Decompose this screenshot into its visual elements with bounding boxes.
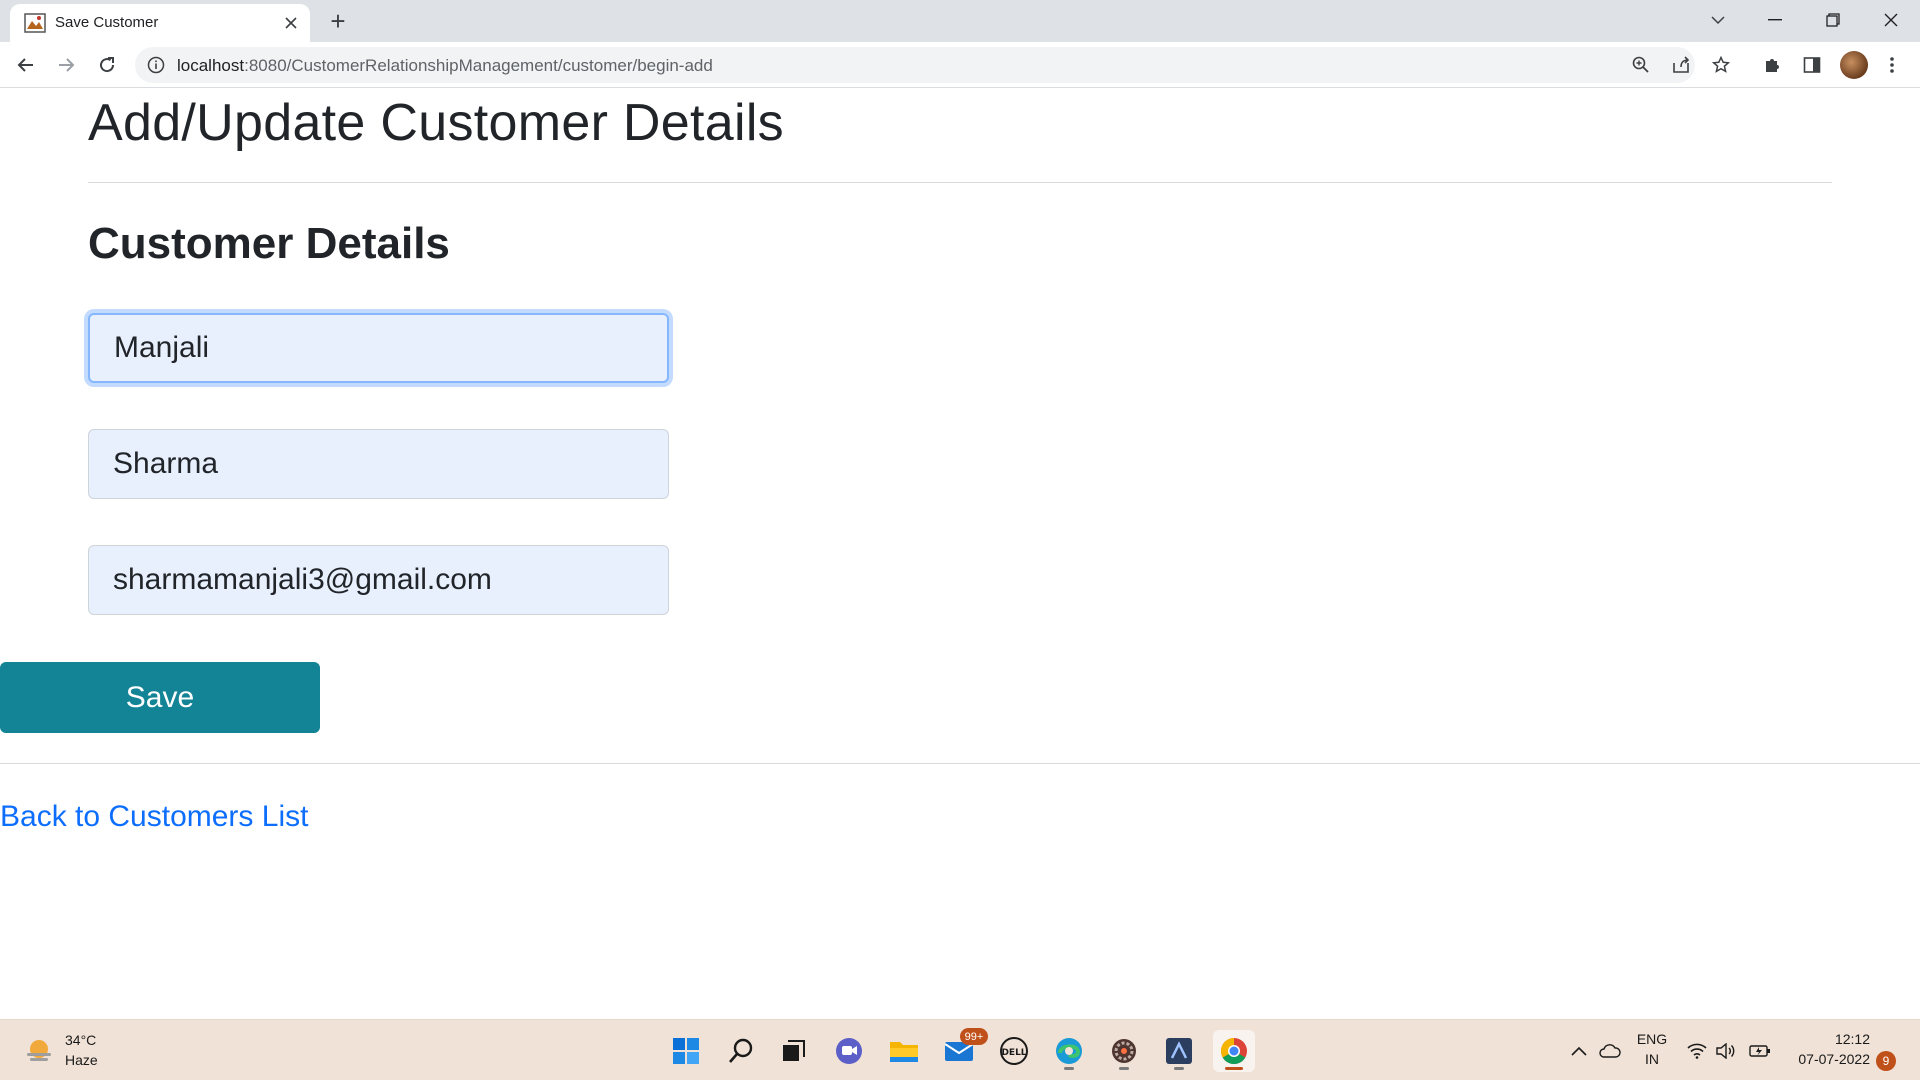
svg-text:DELL: DELL — [1001, 1048, 1026, 1058]
running-indicator — [1119, 1067, 1129, 1070]
back-arrow-icon[interactable] — [10, 49, 42, 81]
mail-icon[interactable]: 99+ — [938, 1028, 988, 1072]
app-gear-icon[interactable] — [1103, 1030, 1145, 1072]
new-tab-button[interactable]: + — [322, 6, 354, 36]
bookmark-star-icon[interactable] — [1710, 54, 1732, 76]
region-indicator[interactable]: IN — [1634, 1051, 1670, 1067]
teams-chat-icon[interactable] — [828, 1030, 870, 1072]
windows-taskbar: 34°C Haze 99+ DELL ENG IN 12:12 07-07-20… — [0, 1019, 1920, 1080]
address-bar[interactable]: localhost:8080/CustomerRelationshipManag… — [135, 47, 1730, 83]
tab-title: Save Customer — [55, 14, 159, 31]
extensions-puzzle-icon[interactable] — [1760, 53, 1784, 77]
minimize-icon[interactable] — [1752, 0, 1798, 40]
running-indicator — [1225, 1067, 1243, 1070]
show-hidden-icons-chevron-icon[interactable] — [1567, 1039, 1591, 1063]
first-name-input[interactable] — [88, 313, 669, 383]
browser-toolbar: localhost:8080/CustomerRelationshipManag… — [0, 42, 1920, 88]
wifi-icon[interactable] — [1685, 1039, 1709, 1063]
battery-icon[interactable] — [1748, 1039, 1772, 1063]
clock-time[interactable]: 12:12 — [1800, 1031, 1870, 1047]
browser-menu-icon[interactable] — [1880, 53, 1904, 77]
url-text[interactable]: localhost:8080/CustomerRelationshipManag… — [177, 56, 713, 76]
favicon-icon — [24, 13, 46, 33]
back-to-customers-link[interactable]: Back to Customers List — [0, 800, 308, 834]
share-icon[interactable] — [1670, 54, 1692, 76]
divider — [0, 763, 1920, 764]
volume-icon[interactable] — [1714, 1039, 1738, 1063]
dell-icon[interactable]: DELL — [993, 1030, 1035, 1072]
browser-tab-strip: Save Customer + — [0, 0, 1920, 42]
restore-icon[interactable] — [1810, 0, 1856, 40]
divider — [88, 182, 1832, 183]
tab-close-icon[interactable] — [280, 12, 302, 34]
site-info-icon[interactable] — [147, 56, 165, 74]
clock-date[interactable]: 07-07-2022 — [1784, 1051, 1870, 1067]
last-name-input[interactable] — [88, 429, 669, 499]
reload-icon[interactable] — [91, 49, 123, 81]
edge-browser-icon[interactable] — [1048, 1030, 1090, 1072]
running-indicator — [1064, 1067, 1074, 1070]
mail-badge: 99+ — [960, 1028, 988, 1045]
browser-tab[interactable]: Save Customer — [10, 4, 310, 42]
eclipse-ide-icon[interactable] — [1158, 1030, 1200, 1072]
email-input[interactable] — [88, 545, 669, 615]
windows-start-icon[interactable] — [665, 1030, 707, 1072]
forward-arrow-icon[interactable] — [50, 49, 82, 81]
tab-search-icon[interactable] — [1695, 0, 1741, 40]
notification-badge[interactable]: 9 — [1876, 1051, 1896, 1071]
task-view-icon[interactable] — [773, 1030, 815, 1072]
save-button[interactable]: Save — [0, 662, 320, 733]
side-panel-icon[interactable] — [1800, 53, 1824, 77]
chrome-browser-icon[interactable] — [1213, 1030, 1255, 1072]
zoom-icon[interactable] — [1630, 54, 1652, 76]
weather-haze-icon[interactable] — [24, 1036, 54, 1066]
weather-condition: Haze — [65, 1052, 98, 1068]
page-title: Add/Update Customer Details — [88, 94, 784, 152]
section-title: Customer Details — [88, 219, 450, 268]
profile-avatar[interactable] — [1840, 51, 1868, 79]
running-indicator — [1174, 1067, 1184, 1070]
language-indicator[interactable]: ENG — [1634, 1031, 1670, 1047]
url-path: :8080/CustomerRelationshipManagement/cus… — [244, 56, 713, 75]
close-window-icon[interactable] — [1868, 0, 1914, 40]
url-host: localhost — [177, 56, 245, 75]
onedrive-cloud-icon[interactable] — [1598, 1039, 1622, 1063]
search-icon[interactable] — [720, 1030, 762, 1072]
page-content: Add/Update Customer Details Customer Det… — [0, 89, 1920, 1019]
file-explorer-icon[interactable] — [883, 1030, 925, 1072]
weather-temperature: 34°C — [65, 1032, 97, 1048]
